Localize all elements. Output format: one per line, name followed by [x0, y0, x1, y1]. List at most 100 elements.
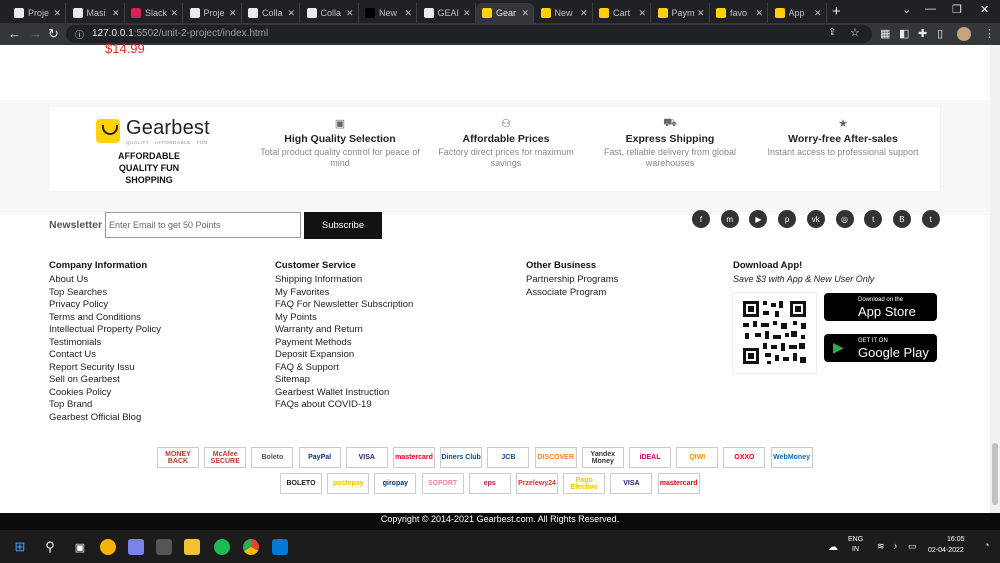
- store-icon[interactable]: [156, 539, 172, 555]
- tab-close-icon[interactable]: ✕: [463, 8, 471, 19]
- extension-icon[interactable]: ▦: [880, 27, 890, 40]
- sidebar-icon[interactable]: ▯: [937, 27, 943, 40]
- blogger-icon[interactable]: B: [892, 210, 911, 228]
- teams-chat-icon[interactable]: [128, 539, 144, 555]
- minimize-button[interactable]: —: [925, 3, 936, 15]
- footer-link[interactable]: Shipping Information: [275, 274, 413, 287]
- windows-start-icon[interactable]: ⊞: [12, 539, 28, 555]
- footer-link[interactable]: Top Searches: [49, 287, 161, 300]
- forward-arrow-icon[interactable]: →: [29, 26, 42, 41]
- browser-tab[interactable]: favo ✕: [710, 3, 768, 23]
- facebook-icon[interactable]: f: [692, 210, 710, 228]
- page-scrollbar[interactable]: [990, 45, 1000, 513]
- google-play-button[interactable]: ▶ GET IT ON Google Play: [824, 334, 937, 362]
- footer-link[interactable]: About Us: [49, 274, 161, 287]
- browser-tab[interactable]: New ✕: [359, 3, 417, 23]
- volume-icon[interactable]: ♪: [893, 541, 898, 551]
- tab-close-icon[interactable]: ✕: [229, 8, 237, 19]
- footer-link[interactable]: Deposit Expansion: [275, 349, 413, 362]
- browser-tab[interactable]: Masi ✕: [67, 3, 125, 23]
- tab-close-icon[interactable]: ✕: [755, 8, 763, 19]
- footer-link[interactable]: Partnership Programs: [526, 274, 618, 287]
- footer-link[interactable]: Sitemap: [275, 374, 413, 387]
- tab-close-icon[interactable]: ✕: [638, 8, 646, 19]
- restore-button[interactable]: ❐: [952, 3, 962, 16]
- clock-time[interactable]: 16:05: [947, 536, 965, 543]
- browser-tab[interactable]: New ✕: [535, 3, 593, 23]
- tab-close-icon[interactable]: ✕: [521, 8, 529, 19]
- scrollbar-thumb[interactable]: [992, 443, 998, 505]
- footer-link[interactable]: Gearbest Wallet Instruction: [275, 387, 413, 400]
- vscode-icon[interactable]: [272, 539, 288, 555]
- input-language[interactable]: ENG: [848, 536, 863, 543]
- footer-link[interactable]: Payment Methods: [275, 337, 413, 350]
- avatar[interactable]: [957, 27, 971, 41]
- footer-link[interactable]: Associate Program: [526, 287, 618, 300]
- vk-icon[interactable]: vk: [806, 210, 825, 228]
- footer-link[interactable]: Terms and Conditions: [49, 312, 161, 325]
- tab-close-icon[interactable]: ✕: [112, 8, 120, 19]
- browser-tab[interactable]: Colla ✕: [242, 3, 300, 23]
- info-icon[interactable]: ⓘ: [75, 28, 84, 41]
- footer-link[interactable]: My Points: [275, 312, 413, 325]
- footer-link[interactable]: Report Security Issu: [49, 362, 161, 375]
- menu-dots-icon[interactable]: ⋮: [984, 27, 995, 40]
- widgets-icon[interactable]: [100, 539, 116, 555]
- tab-search-icon[interactable]: ⌄: [902, 3, 911, 16]
- footer-link[interactable]: FAQ For Newsletter Subscription: [275, 299, 413, 312]
- footer-link[interactable]: Sell on Gearbest: [49, 374, 161, 387]
- chrome-icon[interactable]: [243, 539, 259, 555]
- messenger-icon[interactable]: m: [720, 210, 739, 228]
- tab-close-icon[interactable]: ✕: [814, 8, 822, 19]
- browser-tab[interactable]: Slack ✕: [125, 3, 183, 23]
- wifi-icon[interactable]: ≋: [877, 541, 885, 552]
- tab-close-icon[interactable]: ✕: [170, 8, 178, 19]
- close-window-button[interactable]: ✕: [980, 3, 989, 16]
- task-view-icon[interactable]: ▣: [72, 539, 88, 555]
- share-icon[interactable]: ⇪: [828, 27, 836, 38]
- tab-close-icon[interactable]: ✕: [404, 8, 412, 19]
- tab-close-icon[interactable]: ✕: [697, 8, 705, 19]
- reading-list-icon[interactable]: ◧: [899, 27, 909, 40]
- footer-link[interactable]: Warranty and Return: [275, 324, 413, 337]
- browser-tab[interactable]: GEAI ✕: [418, 3, 476, 23]
- reload-icon[interactable]: ↻: [48, 26, 59, 42]
- notification-icon[interactable]: ◔: [984, 540, 989, 550]
- clock-date[interactable]: 02-04-2022: [928, 547, 964, 554]
- cloud-icon[interactable]: ☁: [828, 542, 838, 553]
- footer-link[interactable]: FAQ & Support: [275, 362, 413, 375]
- footer-link[interactable]: Privacy Policy: [49, 299, 161, 312]
- footer-link[interactable]: Intellectual Property Policy: [49, 324, 161, 337]
- footer-link[interactable]: Testimonials: [49, 337, 161, 350]
- new-tab-button[interactable]: +: [832, 3, 841, 20]
- footer-link[interactable]: Gearbest Official Blog: [49, 412, 161, 425]
- tab-close-icon[interactable]: ✕: [53, 8, 61, 19]
- browser-tab[interactable]: Gear ✕: [476, 3, 534, 23]
- browser-tab[interactable]: Cart ✕: [593, 3, 651, 23]
- battery-icon[interactable]: ▭: [908, 541, 917, 552]
- browser-tab[interactable]: App ✕: [769, 3, 827, 23]
- pinterest-icon[interactable]: p: [778, 210, 797, 228]
- youtube-icon[interactable]: ▶: [749, 210, 768, 228]
- newsletter-email-input[interactable]: [105, 212, 301, 238]
- footer-link[interactable]: Contact Us: [49, 349, 161, 362]
- puzzle-icon[interactable]: ✚: [918, 27, 927, 40]
- footer-link[interactable]: Cookies Policy: [49, 387, 161, 400]
- back-arrow-icon[interactable]: ←: [8, 26, 21, 41]
- browser-tab[interactable]: Colla ✕: [301, 3, 359, 23]
- address-bar[interactable]: ⓘ 127.0.0.1:5502/unit-2-project/index.ht…: [66, 25, 872, 43]
- bookmark-star-icon[interactable]: ☆: [850, 26, 860, 39]
- footer-link[interactable]: Top Brand: [49, 399, 161, 412]
- url-text[interactable]: 127.0.0.1:5502/unit-2-project/index.html: [92, 28, 268, 39]
- search-icon[interactable]: ⚲: [42, 539, 58, 555]
- footer-link[interactable]: FAQs about COVID-19: [275, 399, 413, 412]
- tab-close-icon[interactable]: ✕: [346, 8, 354, 19]
- file-explorer-icon[interactable]: [184, 539, 200, 555]
- tab-close-icon[interactable]: ✕: [580, 8, 588, 19]
- tab-close-icon[interactable]: ✕: [287, 8, 295, 19]
- browser-tab[interactable]: Proje ✕: [184, 3, 242, 23]
- subscribe-button[interactable]: Subscribe: [304, 212, 382, 239]
- footer-link[interactable]: My Favorites: [275, 287, 413, 300]
- app-store-button[interactable]: Download on the App Store: [824, 293, 937, 321]
- browser-tab[interactable]: Proje ✕: [8, 3, 66, 23]
